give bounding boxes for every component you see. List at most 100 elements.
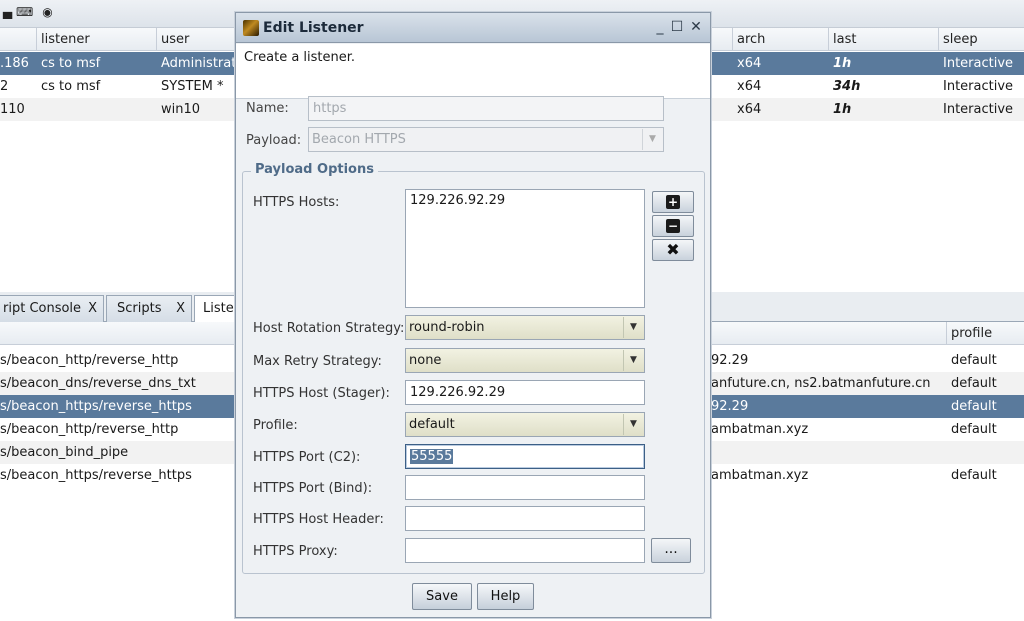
add-host-button[interactable]: +: [652, 191, 694, 213]
port-bind-label: HTTPS Port (Bind):: [253, 481, 373, 496]
session-sleep: Interactive: [943, 79, 1014, 94]
payload-options-title: Payload Options: [251, 162, 378, 177]
retry-strategy-label: Max Retry Strategy:: [253, 354, 382, 369]
session-sleep: Interactive: [943, 56, 1014, 71]
payload-select: Beacon HTTPS ▼: [308, 127, 664, 152]
col-listener[interactable]: listener: [36, 28, 156, 51]
tab-label: ript Console: [3, 301, 82, 316]
x-icon: ✖: [666, 240, 680, 259]
listener-profile: default: [951, 468, 997, 483]
listener-profile: default: [951, 376, 997, 391]
close-icon[interactable]: ✕: [688, 18, 704, 36]
session-user: win10: [161, 102, 201, 117]
session-listener: [41, 98, 151, 121]
save-button[interactable]: Save: [412, 583, 472, 610]
session-arch: x64: [737, 102, 762, 117]
camera-icon[interactable]: ◉: [40, 6, 55, 19]
listener-hosts: ambatman.xyz: [711, 468, 809, 483]
listener-profile: default: [951, 422, 997, 437]
session-arch: x64: [737, 79, 762, 94]
keyboard-icon[interactable]: ⌨: [16, 6, 33, 19]
host-header-label: HTTPS Host Header:: [253, 512, 384, 527]
session-user: Administrato: [161, 56, 235, 71]
proxy-label: HTTPS Proxy:: [253, 544, 338, 559]
session-last: 1h: [833, 56, 852, 71]
remove-host-button[interactable]: −: [652, 215, 694, 237]
listener-payload: s/beacon_https/reverse_https: [0, 468, 192, 483]
listener-hosts: [711, 441, 941, 464]
payload-select-value: Beacon HTTPS: [312, 132, 406, 147]
list-item[interactable]: 129.226.92.29: [410, 193, 640, 208]
tab-close-icon[interactable]: X: [176, 296, 185, 322]
tab-scripts[interactable]: Scripts X: [106, 295, 192, 322]
rotation-strategy-value: round-robin: [409, 320, 485, 335]
rotation-strategy-select[interactable]: round-robin ▼: [405, 315, 645, 340]
retry-strategy-value: none: [409, 353, 442, 368]
session-host: 110: [0, 102, 25, 117]
host-header-field[interactable]: [405, 506, 645, 531]
tab-close-icon[interactable]: X: [88, 296, 97, 322]
proxy-field[interactable]: [405, 538, 645, 563]
https-hosts-list[interactable]: 129.226.92.29: [405, 189, 645, 308]
chevron-down-icon: ▼: [623, 317, 643, 338]
dialog-titlebar[interactable]: Edit Listener _ ☐ ✕: [236, 13, 710, 43]
session-listener: cs to msf: [41, 79, 101, 94]
port-bind-field[interactable]: [405, 475, 645, 500]
maximize-icon[interactable]: ☐: [669, 18, 685, 36]
listener-payload: s/beacon_http/reverse_http: [0, 353, 179, 368]
proxy-settings-button[interactable]: ...: [651, 538, 691, 563]
folder-icon[interactable]: ▄: [0, 6, 15, 19]
chevron-down-icon: ▼: [642, 129, 662, 150]
listener-hosts: ambatman.xyz: [711, 422, 809, 437]
rotation-strategy-label: Host Rotation Strategy:: [253, 321, 405, 336]
listener-hosts: anfuture.cn, ns2.batmanfuture.cn: [711, 376, 931, 391]
payload-label: Payload:: [246, 133, 302, 148]
session-user: SYSTEM *: [161, 79, 224, 94]
retry-strategy-select[interactable]: none ▼: [405, 348, 645, 373]
profile-select[interactable]: default ▼: [405, 412, 645, 437]
dialog-description-area: Create a listener.: [236, 44, 710, 99]
https-hosts-label: HTTPS Hosts:: [253, 195, 340, 210]
listener-profile: default: [951, 399, 997, 414]
col-arch[interactable]: arch: [732, 28, 828, 51]
port-c2-field[interactable]: 55555: [405, 444, 645, 469]
tab-label: Scripts: [117, 301, 162, 316]
listener-payload: s/beacon_dns/reverse_dns_txt: [0, 376, 196, 391]
port-c2-label: HTTPS Port (C2):: [253, 450, 361, 465]
listener-payload: s/beacon_http/reverse_http: [0, 422, 179, 437]
clear-hosts-button[interactable]: ✖: [652, 239, 694, 261]
profile-value: default: [409, 417, 455, 432]
plus-icon: +: [666, 195, 680, 209]
listener-profile: default: [951, 353, 997, 368]
listener-payload: s/beacon_https/reverse_https: [0, 399, 192, 414]
listener-profile: [951, 441, 1023, 464]
edit-listener-dialog: Edit Listener _ ☐ ✕ Create a listener. N…: [235, 12, 711, 618]
session-arch: x64: [737, 56, 762, 71]
session-host: 2: [0, 79, 9, 94]
session-sleep: Interactive: [943, 102, 1014, 117]
dialog-title: Edit Listener: [263, 20, 364, 36]
help-button[interactable]: Help: [477, 583, 534, 610]
col-profile[interactable]: profile: [946, 322, 1024, 345]
session-last: 34h: [833, 79, 861, 94]
listener-hosts: 92.29: [711, 353, 749, 368]
port-c2-value: 55555: [410, 449, 454, 464]
profile-label: Profile:: [253, 418, 298, 433]
tab-script-console[interactable]: ript Console X: [0, 295, 104, 322]
app-logo-icon: [243, 20, 259, 36]
dialog-description: Create a listener.: [244, 50, 356, 65]
col-sleep[interactable]: sleep: [938, 28, 1024, 51]
col-last[interactable]: last: [828, 28, 938, 51]
session-host: .186: [0, 56, 29, 71]
session-listener: cs to msf: [41, 56, 101, 71]
col-user[interactable]: user: [156, 28, 236, 51]
session-last: 1h: [833, 102, 852, 117]
name-field: https: [308, 96, 664, 121]
chevron-down-icon: ▼: [623, 350, 643, 371]
minus-icon: −: [666, 219, 680, 233]
chevron-down-icon: ▼: [623, 414, 643, 435]
minimize-icon[interactable]: _: [652, 18, 668, 36]
listener-hosts: 92.29: [711, 399, 749, 414]
stager-host-field[interactable]: 129.226.92.29: [405, 380, 645, 405]
stager-host-label: HTTPS Host (Stager):: [253, 386, 390, 401]
